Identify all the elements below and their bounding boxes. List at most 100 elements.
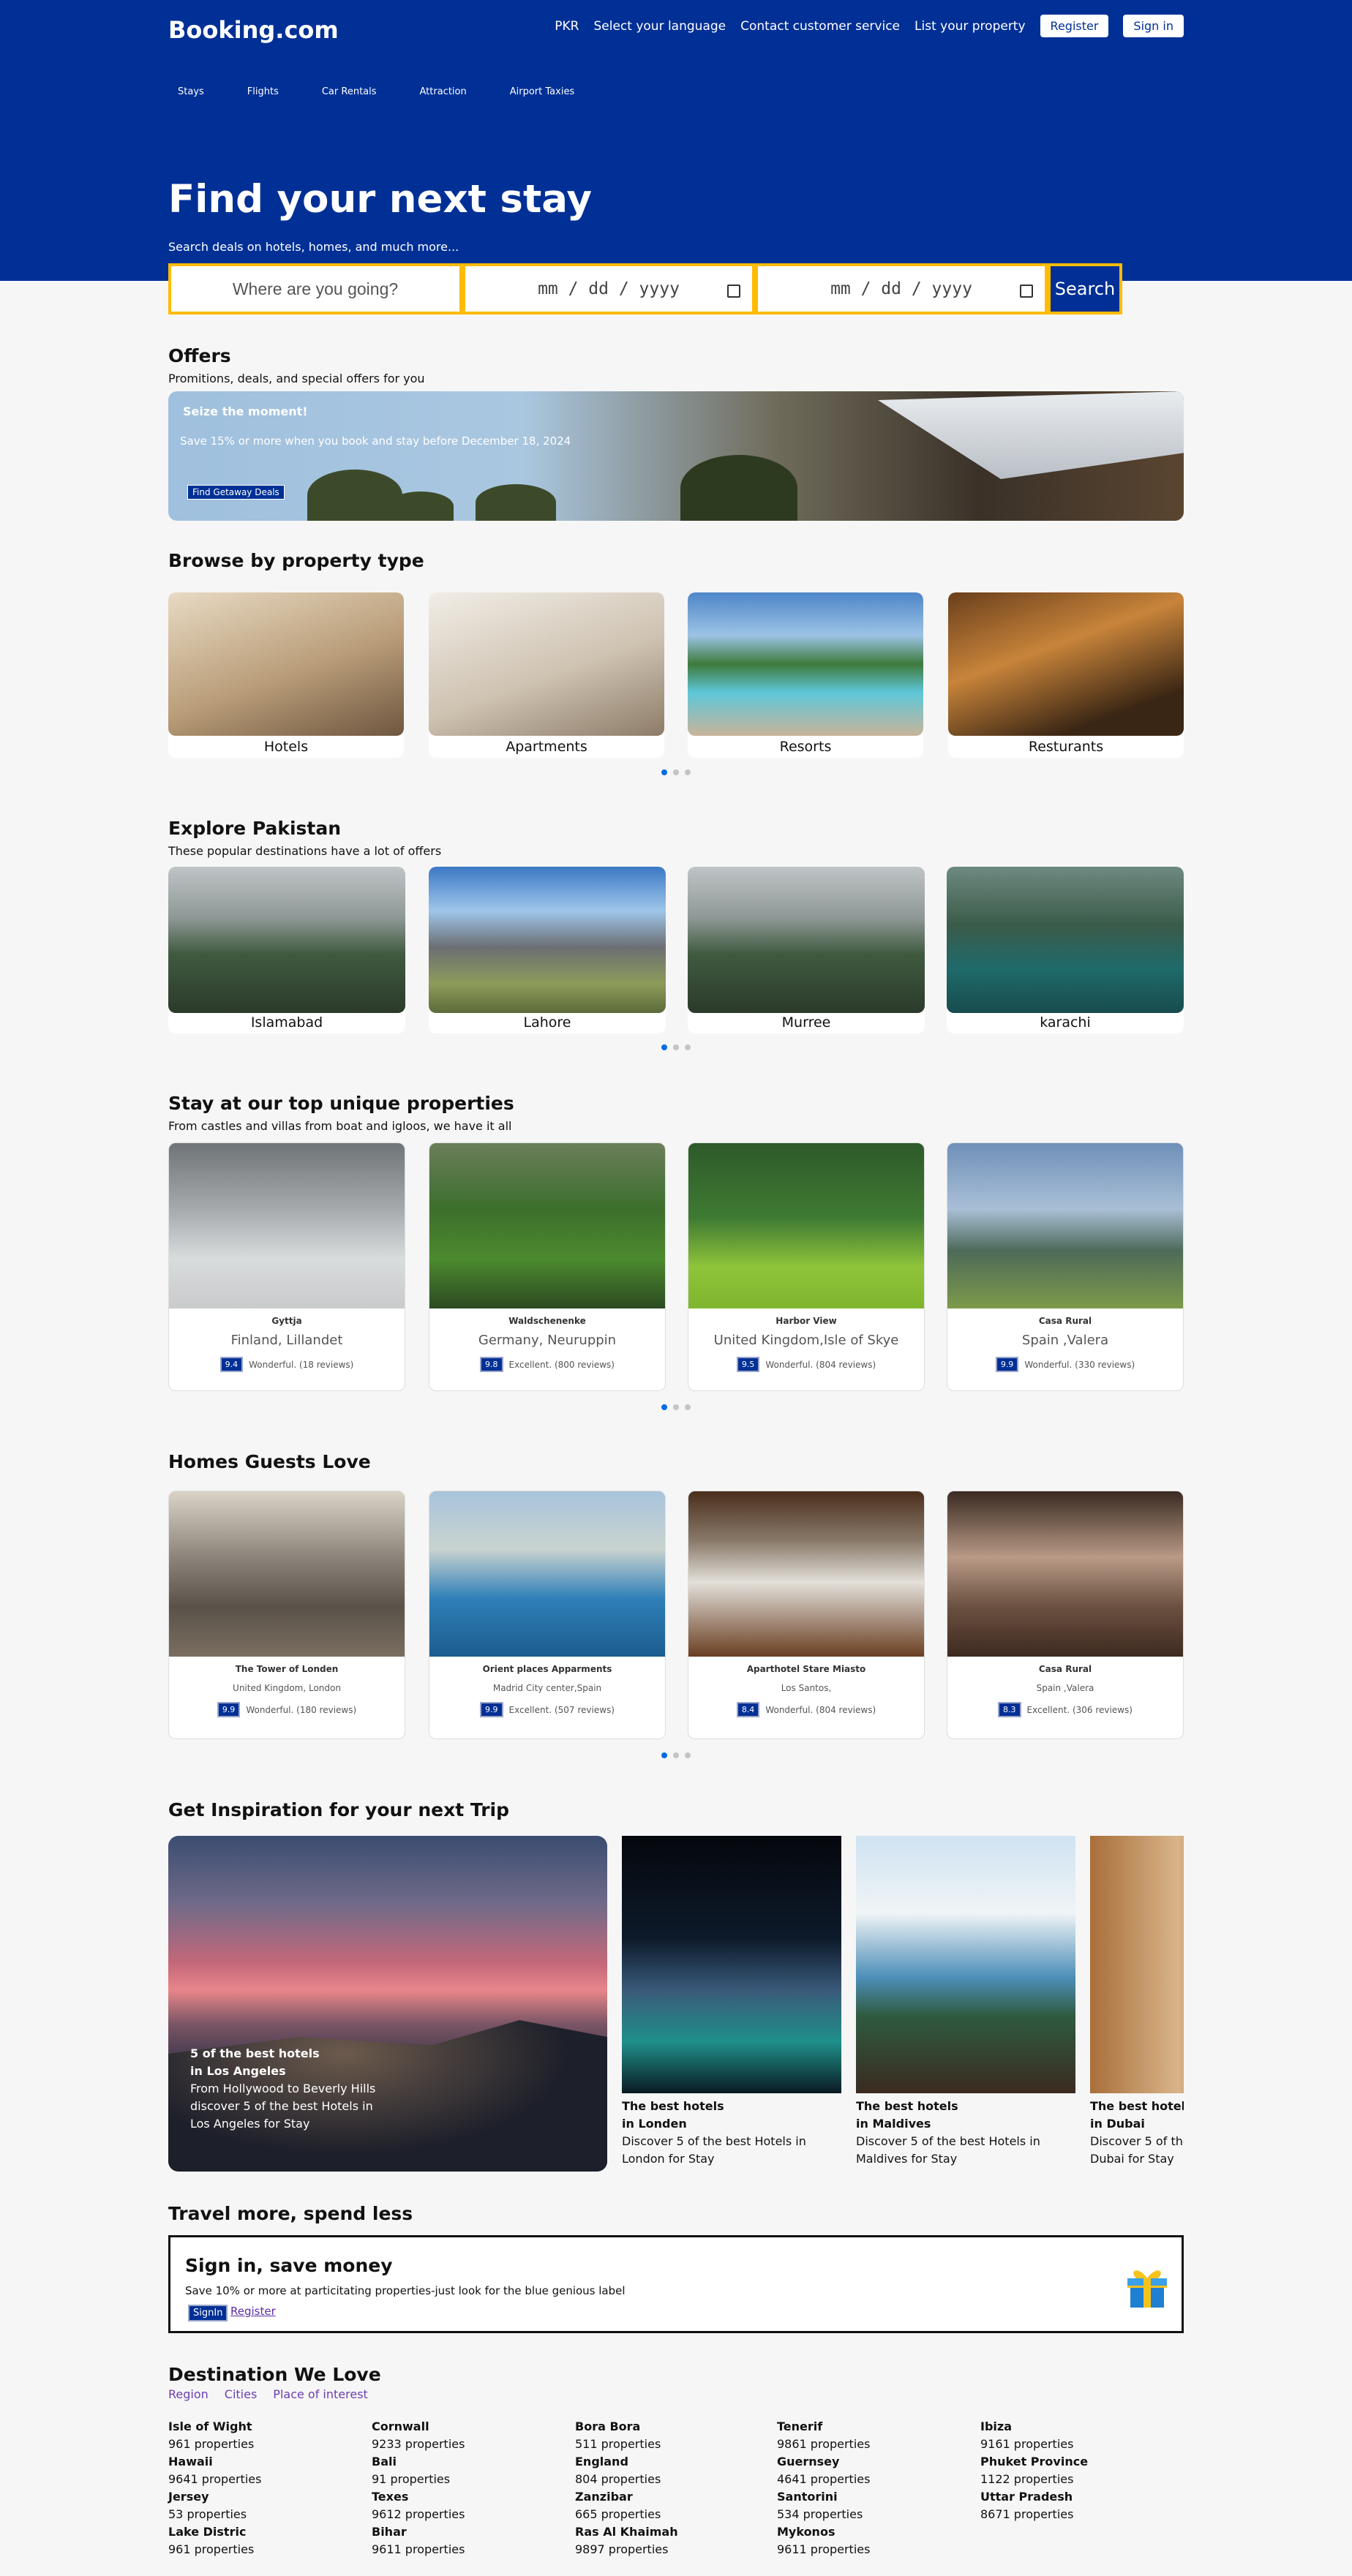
carousel-dot[interactable] xyxy=(661,1044,667,1050)
destination-card[interactable]: karachi xyxy=(947,867,1184,1033)
inspiration-card[interactable]: The best hotels in Maldives Discover 5 o… xyxy=(856,1836,1075,2168)
carousel-dot[interactable] xyxy=(673,1044,679,1050)
property-type-card[interactable]: Hotels xyxy=(168,592,404,758)
nav-flights[interactable]: Flights xyxy=(238,83,289,100)
carousel-dot[interactable] xyxy=(685,1044,691,1050)
checkin-date-input[interactable]: mm / dd / yyyy xyxy=(462,263,755,315)
register-button[interactable]: Register xyxy=(1040,15,1109,37)
destination-label: Islamabad xyxy=(250,1014,323,1031)
property-image xyxy=(947,1143,1183,1308)
home-card[interactable]: Casa Rural Spain ,Valera 8.3 Excellent. (… xyxy=(947,1491,1184,1739)
tab-cities[interactable]: Cities xyxy=(225,2387,258,2401)
destination-link[interactable]: Bora Bora xyxy=(575,2418,751,2436)
carousel-dot[interactable] xyxy=(661,1752,667,1758)
destination-link[interactable]: Lake Distric xyxy=(168,2523,344,2541)
inspiration-card[interactable]: The best hotels in Londen Discover 5 of … xyxy=(622,1836,841,2168)
property-name: The Tower of Londen xyxy=(235,1664,339,1674)
sign-in-promo: Sign in, save money Save 10% or more at … xyxy=(168,2235,1184,2333)
search-bar: Where are you going? mm / dd / yyyy mm /… xyxy=(168,263,1122,315)
home-card[interactable]: Orient places Apparments Madrid City cen… xyxy=(429,1491,666,1739)
destination-link[interactable]: Uttar Pradesh xyxy=(980,2488,1156,2506)
tab-place-of-interest[interactable]: Place of interest xyxy=(273,2387,368,2401)
property-location: Finland, Lillandet xyxy=(230,1333,343,1348)
calendar-icon[interactable] xyxy=(1020,285,1033,298)
destination-card[interactable]: Lahore xyxy=(429,867,666,1033)
destination-link[interactable]: Bali xyxy=(372,2453,547,2471)
destination-link[interactable]: Mykonos xyxy=(777,2523,953,2541)
destination-link[interactable]: Zanzibar xyxy=(575,2488,751,2506)
nav-attraction[interactable]: Attraction xyxy=(410,83,477,100)
destination-input[interactable]: Where are you going? xyxy=(168,263,462,315)
logo[interactable]: Booking.com xyxy=(168,16,339,44)
offer-headline: Seize the moment! xyxy=(183,404,308,418)
checkout-date-input[interactable]: mm / dd / yyyy xyxy=(755,263,1048,315)
nav-stays[interactable]: Stays xyxy=(168,83,214,100)
property-type-card[interactable]: Apartments xyxy=(429,592,664,758)
carousel-dot[interactable] xyxy=(661,1404,667,1410)
destination-link[interactable]: Tenerif xyxy=(777,2418,953,2436)
property-name: Aparthotel Stare Miasto xyxy=(746,1664,866,1674)
destination-column: Ibiza 9161 properties Phuket Province 1122… xyxy=(980,2418,1156,2523)
gift-icon xyxy=(1127,2270,1167,2308)
destination-link[interactable]: Bihar xyxy=(372,2523,547,2541)
carousel-dot[interactable] xyxy=(673,1404,679,1410)
destination-link[interactable]: Jersey xyxy=(168,2488,344,2506)
destination-column: Isle of Wight 961 properties Hawaii 9641 p… xyxy=(168,2418,344,2558)
inspiration-description: Discover 5 of the best Hotels in London … xyxy=(622,2134,806,2166)
home-card[interactable]: The Tower of Londen United Kingdom, Lond… xyxy=(168,1491,405,1739)
sign-in-button[interactable]: Sign in xyxy=(1123,15,1184,37)
explore-title: Explore Pakistan xyxy=(168,818,342,839)
unique-property-card[interactable]: Casa Rural Spain ,Valera 9.9 Wonderful. (… xyxy=(947,1142,1184,1391)
destination-link[interactable]: Guernsey xyxy=(777,2453,953,2471)
property-count: 53 properties xyxy=(168,2507,247,2521)
property-type-card[interactable]: Resorts xyxy=(688,592,923,758)
review-text: Wonderful. (804 reviews) xyxy=(765,1704,876,1715)
destination-link[interactable]: Cornwall xyxy=(372,2418,547,2436)
inspiration-card[interactable]: The best hotels in Dubai Discover 5 of t… xyxy=(1090,1836,1184,2168)
list-property-link[interactable]: List your property xyxy=(915,19,1026,34)
carousel-dot[interactable] xyxy=(661,769,667,775)
inspiration-heading: The best hotels xyxy=(622,2099,724,2113)
property-type-label: Apartments xyxy=(506,739,587,755)
unique-property-card[interactable]: Gyttja Finland, Lillandet 9.4 Wonderful. … xyxy=(168,1142,405,1391)
carousel-dot[interactable] xyxy=(673,1752,679,1758)
unique-property-card[interactable]: Harbor View United Kingdom,Isle of Skye … xyxy=(688,1142,925,1391)
property-location: Madrid City center,Spain xyxy=(492,1683,602,1693)
property-count: 961 properties xyxy=(168,2542,255,2556)
getaway-deals-button[interactable]: Find Getaway Deals xyxy=(187,485,285,500)
inspiration-card-main[interactable]: 5 of the best hotels in Los Angeles From… xyxy=(168,1836,607,2172)
property-count: 1122 properties xyxy=(980,2472,1074,2486)
destination-link[interactable]: England xyxy=(575,2453,751,2471)
destination-link[interactable]: Phuket Province xyxy=(980,2453,1156,2471)
property-count: 9611 properties xyxy=(372,2542,465,2556)
property-count: 9611 properties xyxy=(777,2542,871,2556)
destination-link[interactable]: Texes xyxy=(372,2488,547,2506)
currency-link[interactable]: PKR xyxy=(555,19,579,34)
tab-region[interactable]: Region xyxy=(168,2387,209,2401)
hero-title: Find your next stay xyxy=(168,177,592,222)
unique-property-card[interactable]: Waldschenenke Germany, Neuruppin 9.8 Exce… xyxy=(429,1142,666,1391)
language-link[interactable]: Select your language xyxy=(593,19,726,34)
destination-link[interactable]: Hawaii xyxy=(168,2453,344,2471)
destination-link[interactable]: Ras Al Khaimah xyxy=(575,2523,751,2541)
promo-register-link[interactable]: Register xyxy=(230,2305,276,2318)
destination-card[interactable]: Islamabad xyxy=(168,867,405,1033)
carousel-dot[interactable] xyxy=(685,1752,691,1758)
inspiration-heading: The best hotels xyxy=(1090,2099,1184,2113)
inspiration-card-clip: The best hotels in Dubai Discover 5 of t… xyxy=(1090,1836,1184,2172)
destination-card[interactable]: Murree xyxy=(688,867,925,1033)
destination-link[interactable]: Santorini xyxy=(777,2488,953,2506)
carousel-dot[interactable] xyxy=(673,769,679,775)
calendar-icon[interactable] xyxy=(727,285,740,298)
promo-sign-in-button[interactable]: SignIn xyxy=(188,2305,228,2321)
carousel-dot[interactable] xyxy=(685,1404,691,1410)
nav-car-rentals[interactable]: Car Rentals xyxy=(312,83,387,100)
support-link[interactable]: Contact customer service xyxy=(740,19,900,34)
destination-link[interactable]: Isle of Wight xyxy=(168,2418,344,2436)
destination-link[interactable]: Ibiza xyxy=(980,2418,1156,2436)
nav-airport-taxies[interactable]: Airport Taxies xyxy=(500,83,585,100)
home-card[interactable]: Aparthotel Stare Miasto Los Santos, 8.4 W… xyxy=(688,1491,925,1739)
property-type-card[interactable]: Resturants xyxy=(948,592,1184,758)
search-button[interactable]: Search xyxy=(1048,263,1122,315)
carousel-dot[interactable] xyxy=(685,769,691,775)
